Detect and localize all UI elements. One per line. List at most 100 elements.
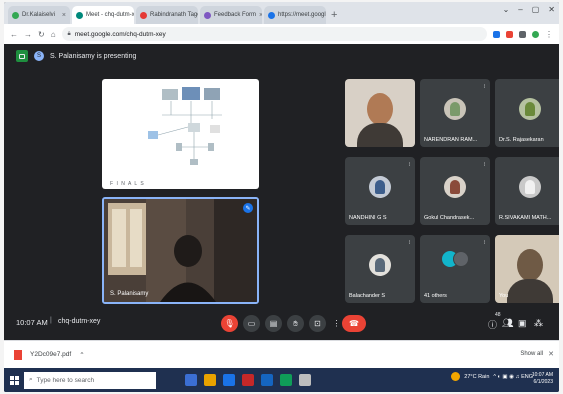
browser-tab[interactable]: Rabindranath Tagore× bbox=[136, 6, 198, 24]
participant-avatar bbox=[444, 97, 466, 120]
search-icon: ⌕ bbox=[29, 376, 33, 383]
participant-face bbox=[367, 93, 393, 125]
participant-avatar bbox=[444, 175, 466, 198]
leave-call-button[interactable]: ☎︎ bbox=[342, 315, 366, 332]
presentation-slide bbox=[148, 87, 222, 165]
participant-face bbox=[517, 249, 543, 281]
extension-icon[interactable] bbox=[506, 30, 513, 38]
tab-favicon-icon bbox=[76, 11, 83, 19]
people-icon[interactable]: 👥︎ bbox=[502, 318, 513, 329]
windows-start-button[interactable] bbox=[4, 368, 24, 392]
reload-icon[interactable]: ↻ bbox=[38, 30, 45, 39]
participant-name: Balachander S bbox=[349, 293, 386, 299]
participant-body bbox=[507, 279, 553, 303]
chat-icon[interactable]: ▣ bbox=[518, 318, 527, 329]
avatar-figure bbox=[450, 101, 460, 116]
present-icon: ⊡ bbox=[314, 319, 321, 328]
browser-tab[interactable]: https://meet.google.com× bbox=[264, 6, 326, 24]
mic-muted-icon: ⁞ bbox=[483, 240, 485, 246]
download-bar: Y2Dc09e7.pdf ⌃ Show all ✕ bbox=[4, 340, 559, 368]
meeting-code: chq-dutm-xey bbox=[58, 318, 101, 325]
avatar-figure bbox=[525, 101, 535, 116]
participant-tile[interactable]: ⁞ NANDHINI G S bbox=[345, 157, 415, 225]
pinned-video-tile[interactable]: ✎ S. Palanisamy bbox=[102, 197, 259, 304]
extension-icon[interactable] bbox=[519, 30, 526, 38]
participant-body bbox=[357, 123, 403, 147]
lock-icon: 🔒︎ bbox=[67, 30, 71, 37]
more-vert-icon: ⋮ bbox=[332, 319, 341, 328]
browser-tab[interactable]: Dr.Kalaiselvi × bbox=[8, 6, 70, 24]
tab-title: Rabindranath Tagore bbox=[150, 12, 198, 18]
tab-favicon-icon bbox=[12, 11, 19, 19]
participant-video bbox=[345, 79, 415, 147]
meeting-clock: 10:07 AM bbox=[16, 318, 48, 327]
browser-tab[interactable]: Meet - chq-dutm-xey× bbox=[72, 6, 134, 24]
taskbar-app-icon[interactable] bbox=[242, 374, 254, 386]
mic-muted-icon: ⁞ bbox=[483, 162, 485, 168]
home-icon[interactable]: ⌂ bbox=[51, 30, 56, 39]
weather-icon[interactable] bbox=[451, 372, 461, 381]
slide-diagram bbox=[148, 87, 222, 165]
profile-avatar[interactable] bbox=[532, 30, 539, 38]
participant-tile[interactable]: ⁞ 41 others bbox=[420, 235, 490, 303]
download-chevron-icon[interactable]: ⌃ bbox=[79, 351, 84, 359]
participant-avatar bbox=[369, 253, 391, 276]
captions-button[interactable]: ▤ bbox=[265, 315, 282, 332]
participant-tile[interactable]: ⁞Dr.S. Rajasekaran bbox=[495, 79, 559, 147]
mic-muted-icon: ⁞ bbox=[408, 240, 410, 246]
mic-off-icon: 🎙︎ bbox=[224, 319, 235, 328]
participant-name: NARENDRAN RAM... bbox=[424, 137, 478, 143]
browser-tab[interactable]: Feedback Form × bbox=[200, 6, 262, 24]
tab-title: Dr.Kalaiselvi bbox=[22, 12, 56, 18]
taskbar-app-icon[interactable] bbox=[223, 374, 235, 386]
camera-button[interactable]: ▭ bbox=[243, 315, 260, 332]
avatar-figure bbox=[375, 179, 385, 194]
tab-close-icon[interactable]: × bbox=[259, 12, 262, 19]
back-icon[interactable]: ← bbox=[10, 30, 18, 39]
tab-search-icon[interactable]: ⌄ bbox=[503, 5, 510, 14]
participant-tile[interactable]: ⁞R.SIVAKAMI MATH... bbox=[495, 157, 559, 225]
taskbar-app-icon[interactable] bbox=[185, 374, 197, 386]
meet-control-bar: 10:07 AM | chq-dutm-xey 🎙︎ ▭ ▤ ✋︎ ⊡ ⋮ ☎︎… bbox=[4, 308, 559, 340]
taskbar-app-icon[interactable] bbox=[204, 374, 216, 386]
present-now-button[interactable]: ⊡ bbox=[309, 315, 326, 332]
participant-tile[interactable] bbox=[345, 79, 415, 147]
close-download-bar-icon[interactable]: ✕ bbox=[548, 350, 554, 358]
window-controls: ⌄ – ▢ ✕ bbox=[503, 5, 555, 14]
tray-icons[interactable]: ^ ◐ ▣ ◉ ♫ ENG bbox=[493, 374, 533, 380]
show-all-downloads[interactable]: Show all bbox=[520, 351, 543, 357]
presentation-tile[interactable]: F I N A L S bbox=[102, 79, 259, 189]
url-text: meet.google.com/chq-dutm-xey bbox=[74, 30, 166, 38]
participant-tile[interactable]: ⁞ Gokul Chandrasek... bbox=[420, 157, 490, 225]
new-tab-button[interactable]: + bbox=[331, 6, 337, 24]
microphone-off-button[interactable]: 🎙︎ bbox=[221, 315, 238, 332]
tab-close-icon[interactable]: × bbox=[62, 12, 66, 19]
present-screen-icon[interactable] bbox=[16, 50, 28, 62]
taskbar-app-icon[interactable] bbox=[280, 374, 292, 386]
taskbar-app-icon[interactable] bbox=[261, 374, 273, 386]
forward-icon[interactable]: → bbox=[24, 30, 32, 39]
taskbar-clock[interactable]: 10:07 AM 6/1/2023 bbox=[532, 372, 553, 386]
extension-icon[interactable] bbox=[493, 30, 500, 38]
windows-taskbar: ⌕ Type here to search 27°C Rain ^ ◐ ▣ ◉ … bbox=[4, 368, 559, 392]
raise-hand-button[interactable]: ✋︎ bbox=[287, 315, 304, 332]
search-placeholder: Type here to search bbox=[36, 376, 95, 384]
taskbar-app-icon[interactable] bbox=[299, 374, 311, 386]
minimize-icon[interactable]: – bbox=[518, 5, 522, 14]
maximize-icon[interactable]: ▢ bbox=[532, 5, 540, 14]
participant-tile[interactable]: ⁞ NARENDRAN RAM... bbox=[420, 79, 490, 147]
hand-icon: ✋︎ bbox=[293, 318, 298, 328]
activities-icon[interactable]: ⁂ bbox=[534, 318, 543, 329]
taskbar-search[interactable]: ⌕ Type here to search bbox=[24, 371, 156, 389]
pin-icon[interactable]: ✎ bbox=[243, 203, 253, 213]
participant-tile[interactable]: ⁞ Balachander S bbox=[345, 235, 415, 303]
url-omnibox[interactable]: 🔒︎ meet.google.com/chq-dutm-xey bbox=[61, 27, 487, 41]
browser-menu-icon[interactable]: ⋮ bbox=[545, 30, 553, 39]
download-file-name[interactable]: Y2Dc09e7.pdf bbox=[30, 351, 71, 358]
pdf-file-icon bbox=[14, 349, 22, 360]
participant-tile[interactable]: ⁞You bbox=[495, 235, 559, 303]
close-window-icon[interactable]: ✕ bbox=[548, 5, 555, 14]
meeting-info-icon[interactable]: ⓘ bbox=[488, 318, 497, 331]
weather-text[interactable]: 27°C Rain bbox=[464, 374, 489, 380]
avatar-figure bbox=[450, 179, 460, 194]
